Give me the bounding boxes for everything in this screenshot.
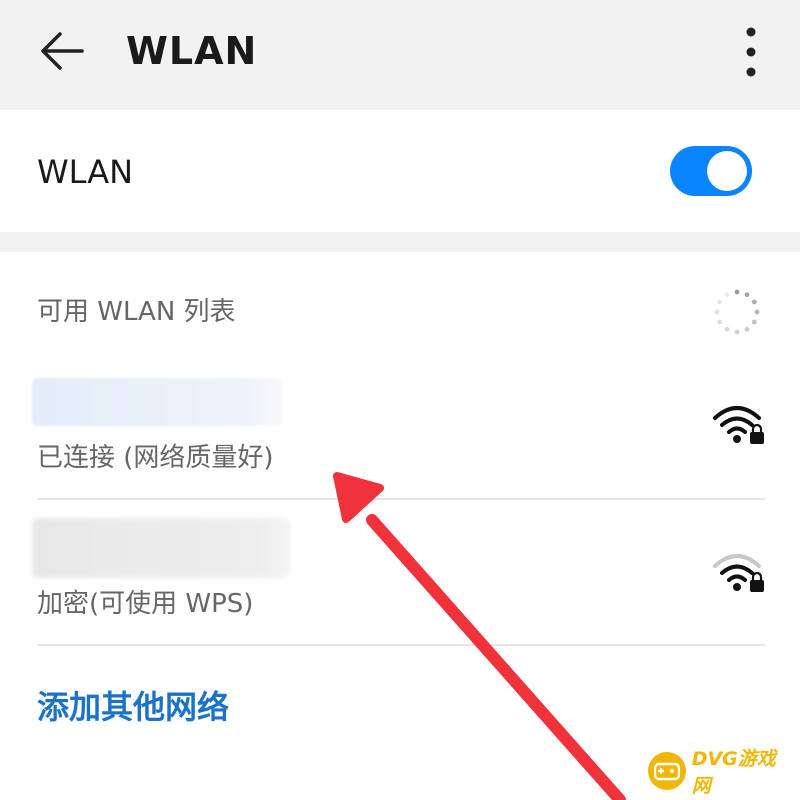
wifi-lock-icon (713, 406, 764, 444)
network-ssid-redacted (32, 378, 282, 426)
list-divider (37, 498, 765, 500)
network-item-encrypted[interactable]: 加密(可使用 WPS) (0, 510, 800, 644)
watermark-text: DVG游戏网 (691, 748, 776, 797)
loading-spinner-icon (714, 289, 760, 335)
wlan-toggle-label: WLAN (37, 153, 134, 191)
more-options-button[interactable] (734, 26, 768, 78)
toggle-knob (707, 151, 747, 191)
wlan-toggle-row: WLAN (0, 110, 800, 232)
section-divider-band (0, 232, 800, 252)
network-status: 已连接 (网络质量好) (37, 443, 274, 473)
wlan-toggle-switch[interactable] (670, 146, 752, 196)
available-networks-title: 可用 WLAN 列表 (37, 297, 236, 327)
page-title: WLAN (126, 29, 258, 73)
more-vertical-icon (746, 27, 756, 77)
arrow-left-icon (41, 32, 84, 70)
list-divider (37, 644, 765, 646)
add-other-network-link[interactable]: 添加其他网络 (37, 685, 229, 729)
app-bar: WLAN (0, 0, 800, 110)
network-status: 加密(可使用 WPS) (37, 589, 254, 619)
network-ssid-redacted (32, 518, 290, 578)
watermark: DVG游戏网 (648, 748, 794, 797)
network-item-connected[interactable]: 已连接 (网络质量好) (0, 370, 800, 498)
wifi-lock-icon (713, 554, 764, 592)
back-button[interactable] (38, 26, 88, 76)
gamepad-icon (648, 752, 686, 790)
